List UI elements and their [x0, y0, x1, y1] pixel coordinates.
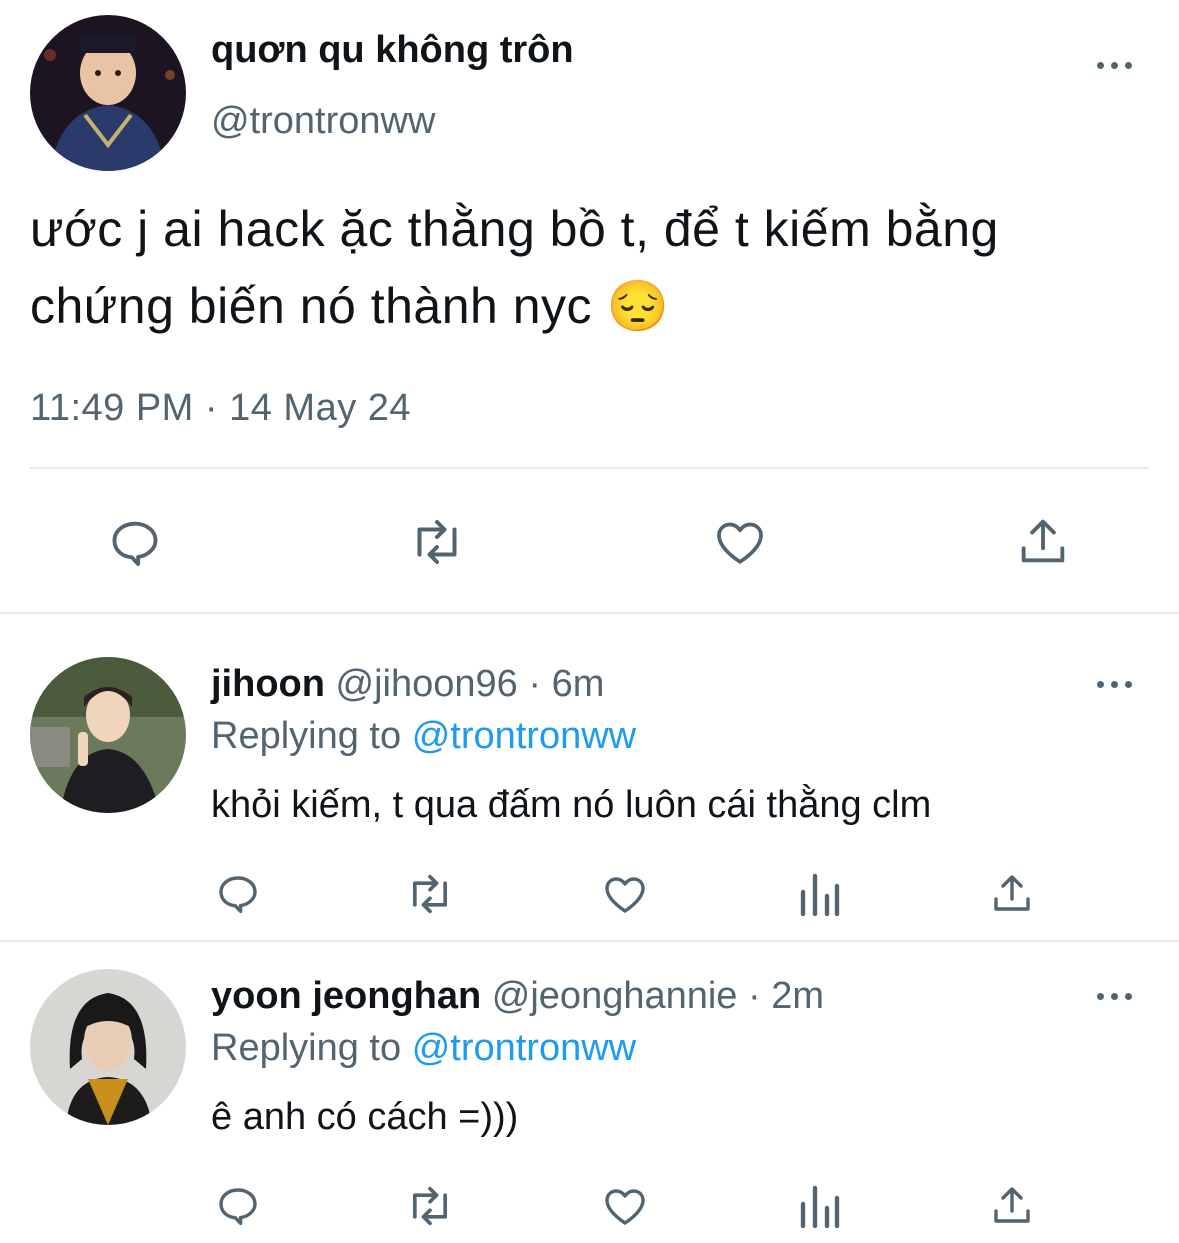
avatar[interactable]	[30, 15, 186, 171]
display-name[interactable]: yoon jeonghan	[211, 975, 481, 1017]
retweet-icon[interactable]	[403, 868, 457, 920]
divider	[30, 467, 1149, 469]
reply-text: khỏi kiếm, t qua đấm nó luôn cái thằng c…	[211, 784, 932, 826]
reply-icon[interactable]	[214, 870, 262, 918]
replying-to-handle[interactable]: @trontronww	[412, 1027, 636, 1069]
timestamp[interactable]: 11:49 PM · 14 May 24	[30, 387, 411, 430]
tweet-text-line-2: chứng biến nó thành nyc 😔	[30, 277, 669, 336]
tweet-text-line-1: ước j ai hack ặc thằng bồ t, để t kiếm b…	[30, 201, 999, 257]
analytics-icon[interactable]	[797, 870, 841, 916]
reply-header: jihoon @jihoon96 · 6m	[211, 663, 604, 706]
display-name[interactable]: quơn qu không trôn	[211, 29, 574, 72]
divider	[0, 612, 1179, 614]
more-options-icon[interactable]	[1097, 987, 1137, 1007]
more-options-icon[interactable]	[1097, 675, 1137, 695]
like-icon[interactable]	[600, 1182, 650, 1230]
replying-to-label: Replying to	[211, 715, 402, 757]
analytics-icon[interactable]	[797, 1182, 841, 1228]
like-icon[interactable]	[710, 514, 770, 570]
replying-to: Replying to @trontronww	[211, 715, 636, 758]
reply-text: ê anh có cách =)))	[211, 1096, 519, 1138]
display-name[interactable]: jihoon	[211, 663, 325, 705]
replying-to-handle[interactable]: @trontronww	[412, 715, 636, 757]
avatar[interactable]	[30, 969, 186, 1125]
reply-header: yoon jeonghan @jeonghannie · 2m	[211, 975, 824, 1018]
tweet-text-line-2-text: chứng biến nó thành nyc	[30, 278, 593, 334]
reply-icon[interactable]	[106, 514, 164, 572]
handle-time[interactable]: @jeonghannie · 2m	[492, 975, 824, 1017]
handle-time[interactable]: @jihoon96 · 6m	[336, 663, 605, 705]
pensive-face-emoji: 😔	[606, 278, 670, 334]
avatar[interactable]	[30, 657, 186, 813]
retweet-icon[interactable]	[403, 1180, 457, 1232]
more-options-icon[interactable]	[1097, 56, 1137, 76]
divider	[0, 940, 1179, 942]
share-icon[interactable]	[1014, 512, 1072, 570]
reply-icon[interactable]	[214, 1182, 262, 1230]
like-icon[interactable]	[600, 870, 650, 918]
share-icon[interactable]	[988, 868, 1036, 918]
replying-to-label: Replying to	[211, 1027, 402, 1069]
share-icon[interactable]	[988, 1180, 1036, 1230]
replying-to: Replying to @trontronww	[211, 1027, 636, 1070]
handle[interactable]: @trontronww	[211, 100, 435, 143]
retweet-icon[interactable]	[405, 512, 469, 572]
